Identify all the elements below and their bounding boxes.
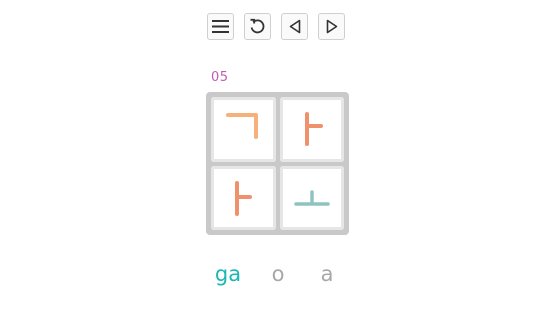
jamo-giyeok-glyph (226, 113, 259, 140)
jamo-a-glyph (304, 112, 323, 147)
restart-button[interactable] (244, 13, 271, 40)
tile-1[interactable] (211, 97, 276, 162)
answer-syllable-1: ga (214, 262, 242, 286)
answer-syllable-2: o (271, 262, 285, 286)
puzzle-board (206, 92, 349, 235)
restart-icon (250, 18, 265, 34)
jamo-a-glyph (235, 180, 253, 216)
jamo-o-glyph (294, 190, 330, 206)
menu-button[interactable] (207, 13, 234, 40)
toolbar (207, 13, 345, 40)
previous-icon (289, 19, 300, 34)
tile-3[interactable] (211, 165, 276, 230)
answer-syllable-3: a (320, 262, 334, 286)
next-button[interactable] (318, 13, 345, 40)
tile-2[interactable] (279, 97, 344, 162)
answer-row: ga o a (0, 260, 555, 290)
next-icon (326, 19, 337, 34)
menu-icon (212, 20, 229, 33)
previous-button[interactable] (281, 13, 308, 40)
tile-4[interactable] (279, 165, 344, 230)
level-number: 05 (211, 70, 229, 85)
